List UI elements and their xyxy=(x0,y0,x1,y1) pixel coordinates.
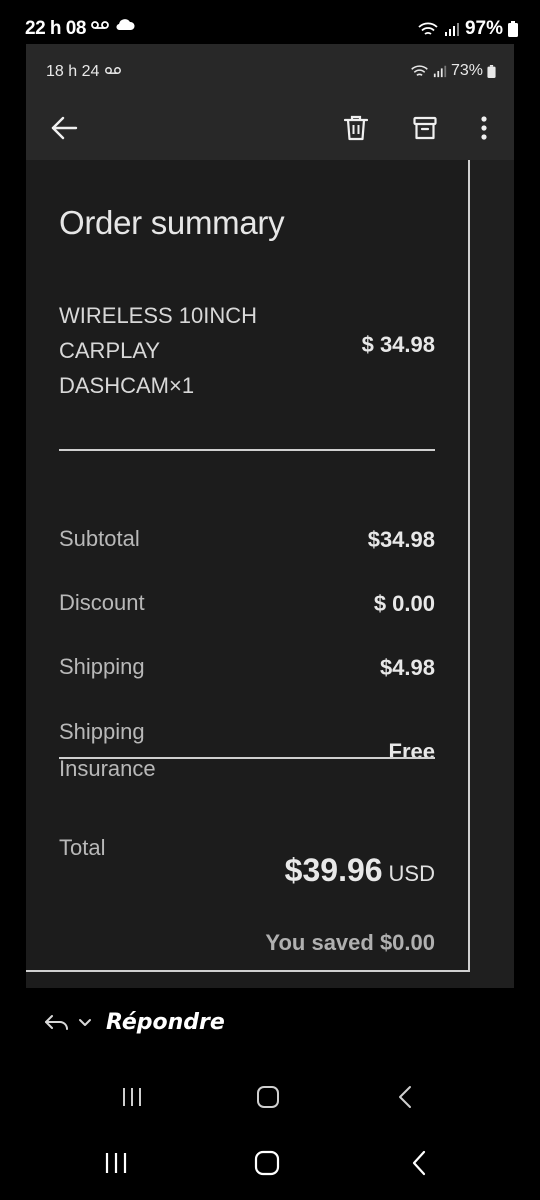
shipping-insurance-value: Free xyxy=(388,739,435,764)
divider xyxy=(59,449,435,451)
inner-status-bar: 18 h 24 73% xyxy=(26,44,514,98)
home-button[interactable] xyxy=(243,1072,293,1122)
trash-icon xyxy=(344,115,368,141)
total-label: Total xyxy=(59,835,106,860)
outer-status-bar: 22 h 08 97% xyxy=(0,0,540,44)
discount-label: Discount xyxy=(59,590,145,615)
email-screenshot-panel: 18 h 24 73% Order summary WIRELESS 10INC… xyxy=(26,44,514,988)
archive-icon xyxy=(413,116,437,140)
inner-status-right: 73% xyxy=(410,62,496,80)
total-currency: USD xyxy=(388,861,435,886)
inner-status-time: 18 h 24 xyxy=(46,63,100,80)
divider xyxy=(59,757,435,759)
insurance-label-line: Insurance xyxy=(59,756,156,781)
wifi-icon xyxy=(411,65,428,76)
reply-arrow-icon xyxy=(45,1014,68,1030)
discount-value: $ 0.00 xyxy=(373,591,435,616)
delete-button[interactable] xyxy=(336,108,376,148)
cloud-icon xyxy=(116,19,135,31)
inner-battery-percent: 73% xyxy=(450,62,483,79)
arrow-left-icon xyxy=(51,116,78,140)
signal-icon xyxy=(444,23,459,36)
home-button[interactable] xyxy=(242,1138,292,1188)
outer-status-time: 22 h 08 xyxy=(25,18,86,39)
reply-label: Répondre xyxy=(106,1010,225,1035)
home-icon xyxy=(254,1150,280,1176)
back-nav-button[interactable] xyxy=(380,1072,430,1122)
voicemail-icon xyxy=(91,21,109,29)
battery-icon xyxy=(487,64,496,78)
recent-apps-icon xyxy=(105,1153,127,1173)
reply-button[interactable]: Répondre xyxy=(44,1010,225,1035)
insurance-label-line: Shipping xyxy=(59,719,145,744)
more-vertical-icon xyxy=(481,116,487,140)
shipping-value: $4.98 xyxy=(379,655,435,680)
home-icon xyxy=(257,1086,279,1108)
scroll-edge xyxy=(470,160,514,988)
archive-button[interactable] xyxy=(405,108,445,148)
outer-status-left-icons xyxy=(91,19,135,31)
order-summary-card: Order summary WIRELESS 10INCH CARPLAY DA… xyxy=(26,160,470,972)
subtotal-value: $34.98 xyxy=(367,527,435,552)
saved-amount: You saved $0.00 xyxy=(265,930,435,955)
chevron-left-icon xyxy=(412,1150,426,1176)
item-name-line: DASHCAM×1 xyxy=(59,373,195,398)
back-nav-button[interactable] xyxy=(394,1138,444,1188)
recent-apps-button[interactable] xyxy=(107,1072,157,1122)
voicemail-icon xyxy=(105,67,121,74)
more-options-button[interactable] xyxy=(464,108,504,148)
back-button[interactable] xyxy=(44,108,84,148)
wifi-icon xyxy=(418,22,438,35)
item-price: $ 34.98 xyxy=(361,332,435,357)
outer-status-right: 97% xyxy=(417,18,518,40)
battery-icon xyxy=(508,21,518,37)
item-name: WIRELESS 10INCH CARPLAY DASHCAM×1 xyxy=(59,298,319,403)
total-value: $39.96 xyxy=(284,852,383,888)
inner-navigation-bar xyxy=(0,1072,540,1122)
shipping-label: Shipping xyxy=(59,654,145,679)
email-toolbar xyxy=(26,98,514,160)
shipping-insurance-label: Shipping Insurance xyxy=(59,713,156,787)
order-summary-title: Order summary xyxy=(59,204,285,241)
signal-icon xyxy=(433,65,447,78)
item-name-line: WIRELESS 10INCH xyxy=(59,303,258,328)
subtotal-label: Subtotal xyxy=(59,526,140,551)
navigation-bar xyxy=(0,1138,540,1188)
item-name-line: CARPLAY xyxy=(59,338,161,363)
recent-apps-button[interactable] xyxy=(91,1138,141,1188)
chevron-down-icon xyxy=(79,1018,91,1026)
outer-battery-percent: 97% xyxy=(464,18,503,39)
chevron-left-icon xyxy=(399,1086,411,1108)
total-amount: $39.96 USD xyxy=(285,852,435,889)
recent-apps-icon xyxy=(123,1088,141,1106)
